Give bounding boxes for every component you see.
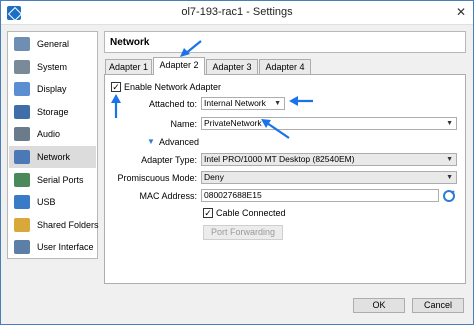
sidebar-item-label: Storage: [37, 106, 69, 117]
usb-icon: [14, 195, 30, 210]
tab-adapter-1[interactable]: Adapter 1: [105, 59, 152, 74]
ok-button[interactable]: OK: [353, 298, 405, 313]
adapter-panel: ✓ Enable Network Adapter Attached to: In…: [104, 74, 466, 284]
adapter-type-value: Intel PRO/1000 MT Desktop (82540EM): [204, 154, 355, 164]
mac-address-input[interactable]: 080027688E15: [201, 189, 439, 202]
attached-to-label: Attached to:: [148, 99, 197, 109]
annotation-arrow-name: [261, 119, 290, 139]
annotation-arrow-tab: [180, 40, 202, 57]
refresh-mac-icon[interactable]: [443, 190, 455, 202]
title-bar: ol7-193-rac1 - Settings ✕: [1, 1, 473, 25]
sidebar-item-label: Network: [37, 152, 71, 162]
attached-to-select[interactable]: Internal Network ▼: [201, 97, 285, 110]
chevron-down-icon: ▼: [446, 120, 453, 127]
sidebar-item-serial-ports[interactable]: Serial Ports: [9, 169, 96, 191]
tab-adapter-3[interactable]: Adapter 3: [206, 59, 258, 74]
enable-adapter-label: Enable Network Adapter: [124, 82, 222, 92]
network-name-select[interactable]: PrivateNetwork ▼: [201, 117, 457, 130]
mac-address-label: MAC Address:: [139, 191, 197, 201]
general-icon: [14, 37, 30, 51]
chevron-down-icon: ▼: [446, 174, 453, 181]
sidebar-item-label: Serial Ports: [37, 174, 84, 185]
network-icon: [14, 150, 30, 164]
sidebar-item-display[interactable]: Display: [9, 78, 96, 100]
tab-adapter-2[interactable]: Adapter 2: [153, 57, 205, 75]
cable-connected-checkbox[interactable]: ✓: [203, 208, 213, 218]
display-icon: [14, 82, 30, 97]
sidebar-item-label: System: [37, 61, 68, 72]
sidebar-item-label: User Interface: [37, 242, 94, 253]
promiscuous-mode-label: Promiscuous Mode:: [117, 173, 197, 183]
sidebar-item-label: Display: [37, 84, 67, 95]
cable-connected-label: Cable Connected: [216, 208, 286, 218]
annotation-arrow-checkbox: [111, 94, 121, 118]
advanced-toggle-label[interactable]: Advanced: [159, 137, 199, 147]
attached-to-value: Internal Network: [204, 98, 266, 108]
sidebar-item-label: USB: [37, 197, 56, 208]
sidebar-item-shared-folders[interactable]: Shared Folders: [9, 214, 99, 236]
window-title: ol7-193-rac1 - Settings: [181, 6, 293, 18]
promiscuous-mode-select[interactable]: Deny ▼: [201, 171, 457, 184]
close-button[interactable]: ✕: [451, 3, 471, 21]
section-title: Network: [110, 37, 150, 48]
adapter-type-label: Adapter Type:: [141, 155, 197, 165]
sidebar-item-label: Audio: [37, 129, 61, 140]
sidebar-item-general[interactable]: General: [9, 33, 96, 55]
sidebar-item-network[interactable]: Network: [9, 146, 96, 168]
sidebar-item-audio[interactable]: Audio: [9, 123, 96, 145]
name-label: Name:: [170, 119, 197, 129]
settings-window: ol7-193-rac1 - Settings ✕ General System D…: [0, 0, 474, 325]
network-name-value: PrivateNetwork: [204, 118, 262, 128]
system-icon: [14, 59, 30, 74]
user-interface-icon: [14, 240, 30, 255]
port-forwarding-button[interactable]: Port Forwarding: [203, 225, 283, 240]
sidebar-item-usb[interactable]: USB: [9, 191, 96, 213]
adapter-type-select[interactable]: Intel PRO/1000 MT Desktop (82540EM) ▼: [201, 153, 457, 166]
chevron-down-icon: ▼: [446, 156, 453, 163]
tab-adapter-4[interactable]: Adapter 4: [259, 59, 311, 74]
enable-adapter-checkbox[interactable]: ✓: [111, 82, 121, 92]
sidebar-item-storage[interactable]: Storage: [9, 101, 96, 123]
sidebar-item-label: General: [37, 39, 70, 49]
serial-ports-icon: [14, 172, 30, 187]
settings-sidebar: General System Display Storage Audio Network S…: [7, 31, 99, 259]
chevron-down-icon: ▼: [274, 100, 281, 107]
shared-folders-icon: [14, 217, 30, 232]
sidebar-item-user-interface[interactable]: User Interface: [9, 236, 96, 258]
storage-icon: [14, 104, 30, 119]
sidebar-item-system[interactable]: System: [9, 56, 96, 78]
sidebar-item-label: Shared Folders: [37, 219, 99, 230]
cancel-button[interactable]: Cancel: [412, 298, 464, 313]
promiscuous-mode-value: Deny: [204, 172, 224, 182]
annotation-arrow-attached: [289, 96, 313, 106]
audio-icon: [14, 127, 30, 142]
advanced-expand-icon[interactable]: ▼: [147, 137, 155, 146]
section-header: Network: [104, 31, 466, 53]
